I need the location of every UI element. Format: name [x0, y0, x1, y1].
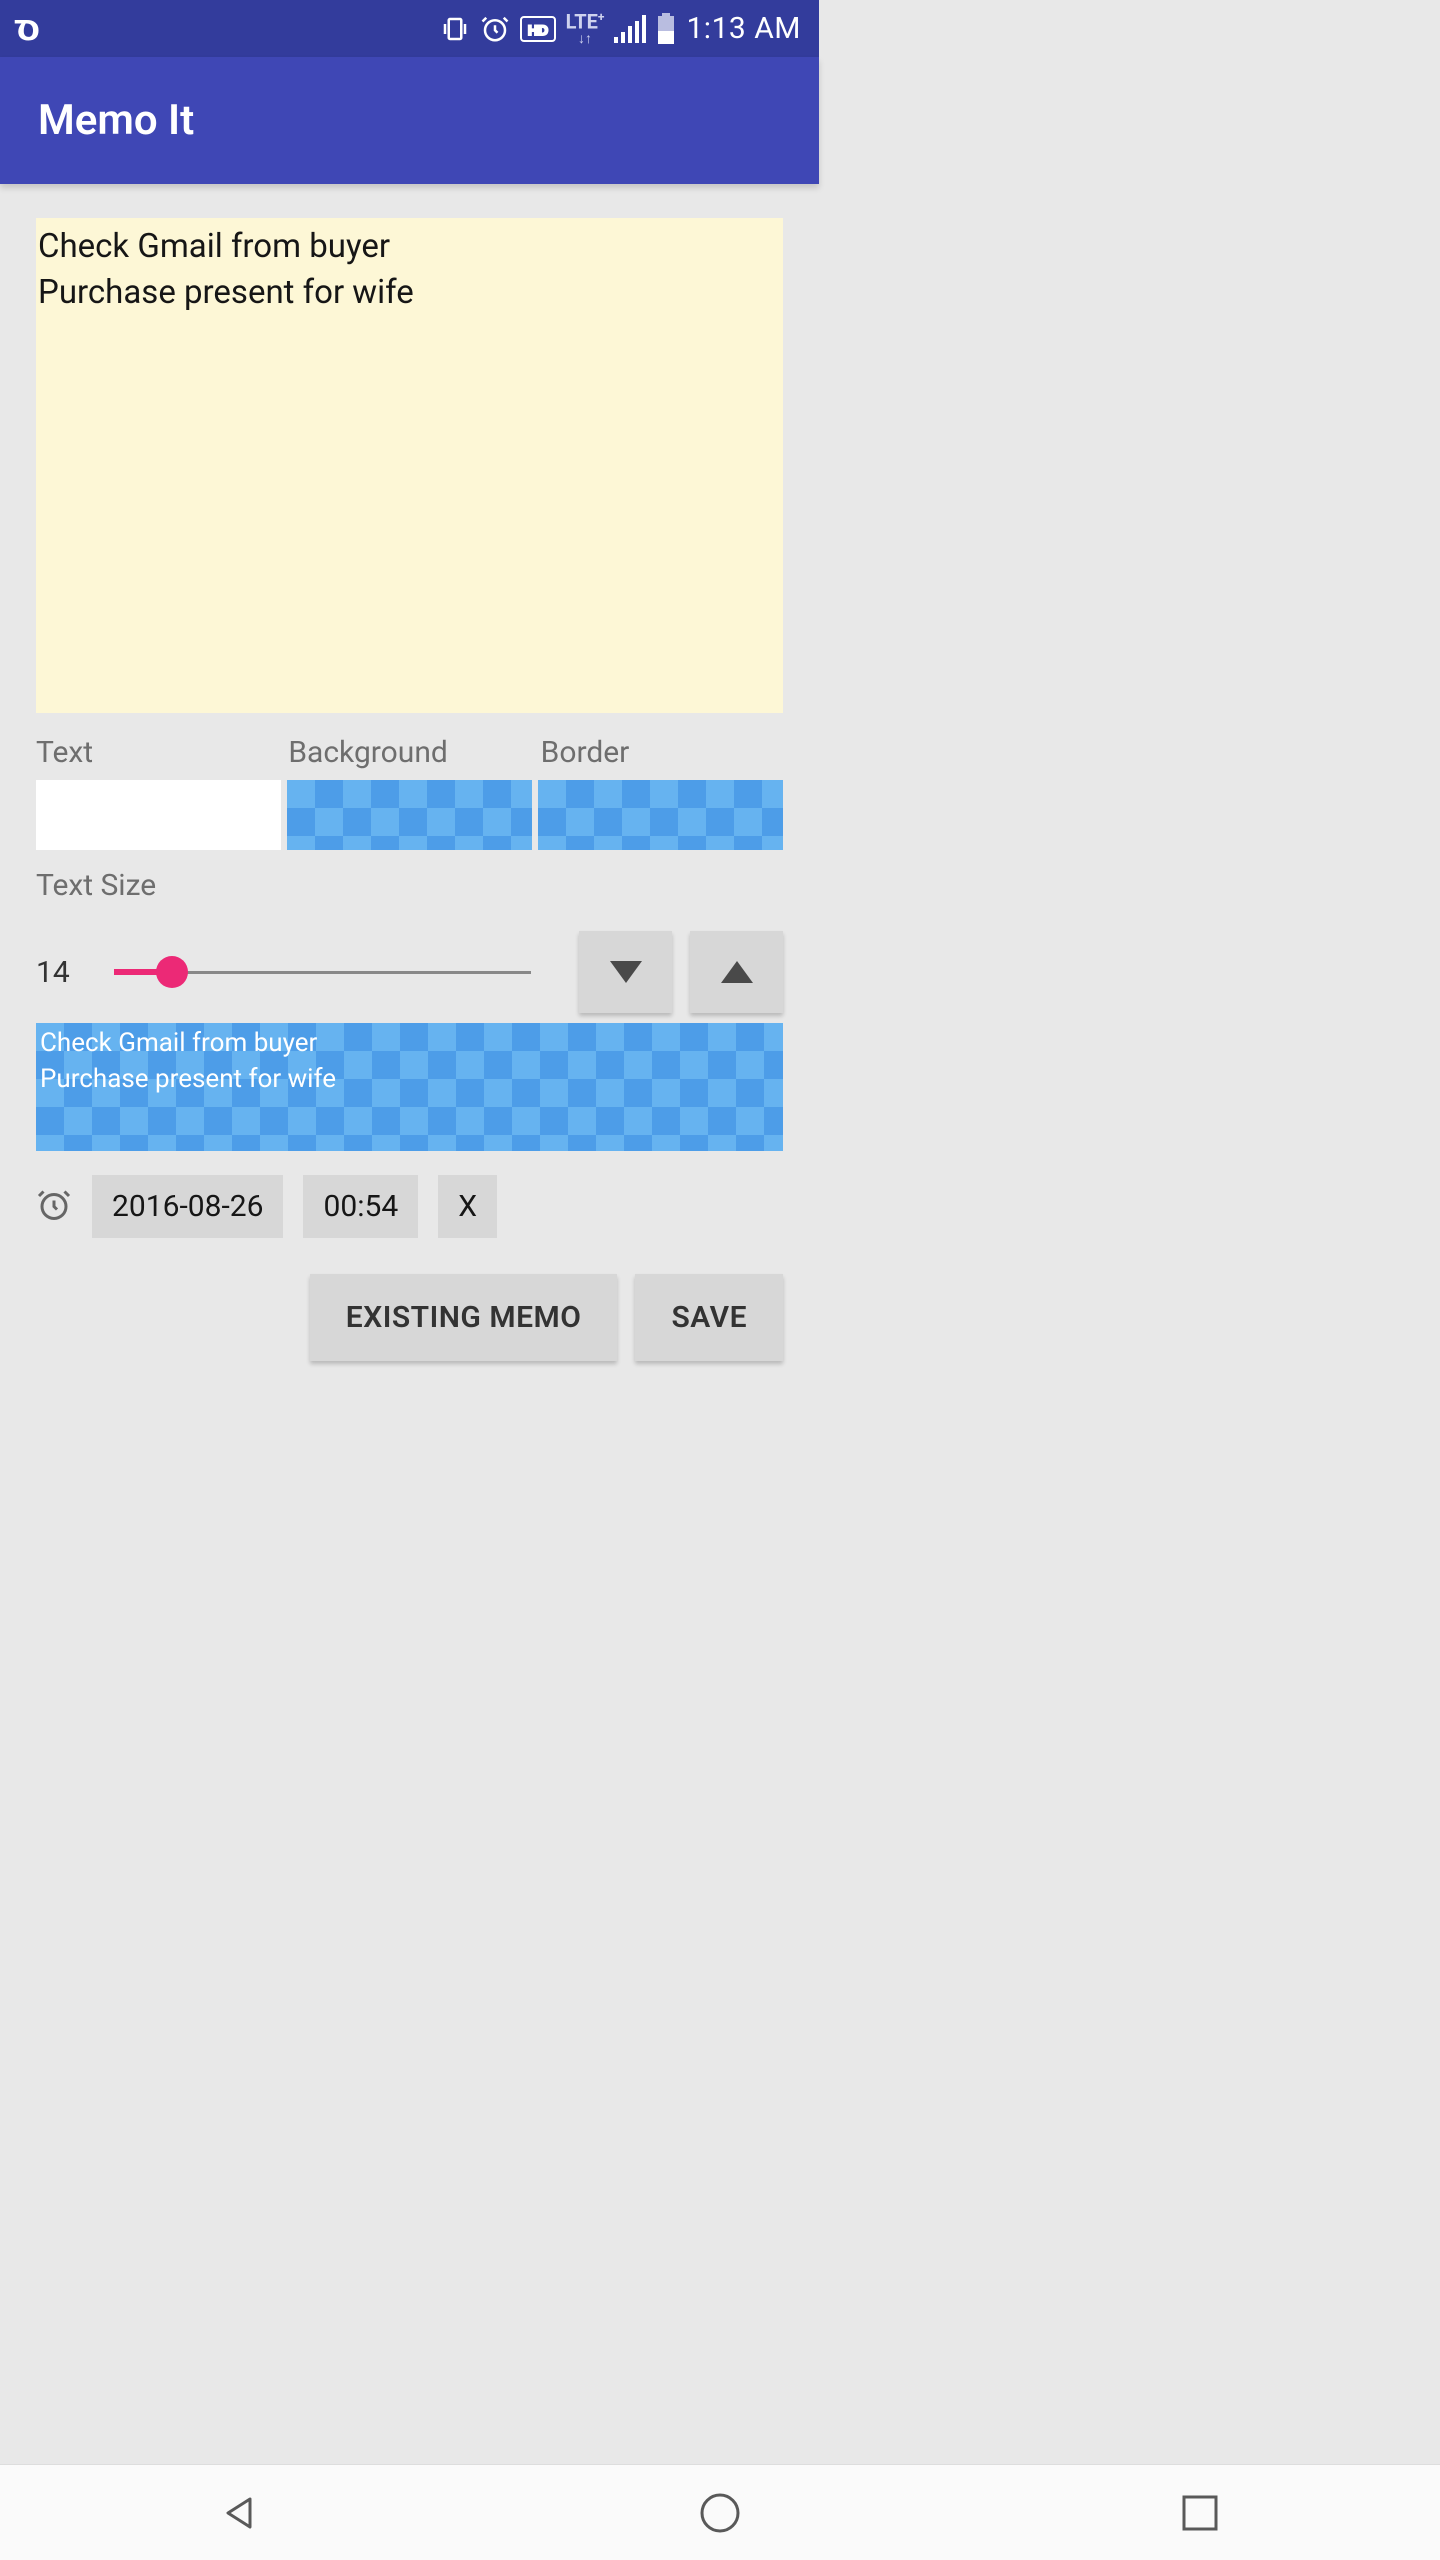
decrease-button[interactable] [579, 931, 672, 1013]
signal-icon [614, 15, 646, 43]
status-bar: σ HD LTE+ ↓↑ 1:13 AM [0, 0, 819, 57]
carrier-logo-icon: σ [14, 7, 40, 50]
status-left: σ [14, 7, 40, 50]
slider-thumb[interactable] [156, 956, 188, 988]
border-color-label: Border [541, 735, 783, 770]
border-color-swatch[interactable] [538, 780, 783, 850]
content: Text Background Border Text Size 14 Chec… [0, 184, 819, 1361]
battery-icon [656, 13, 676, 45]
text-size-label: Text Size [36, 868, 783, 903]
chevron-down-icon [610, 961, 642, 983]
text-size-row: 14 [36, 931, 783, 1013]
color-labels-row: Text Background Border [36, 735, 783, 770]
alarm-time-chip[interactable]: 00:54 [303, 1175, 418, 1238]
text-size-slider[interactable] [114, 952, 531, 992]
hd-icon: HD [520, 16, 556, 42]
app-title: Memo It [38, 96, 194, 145]
memo-preview: Check Gmail from buyer Purchase present … [36, 1023, 783, 1151]
action-row: EXISTING MEMO SAVE [36, 1274, 783, 1361]
background-color-swatch[interactable] [287, 780, 532, 850]
status-clock: 1:13 AM [686, 11, 801, 46]
nav-bar [0, 2464, 1440, 2560]
nav-home-button[interactable] [690, 2483, 750, 2543]
status-right: HD LTE+ ↓↑ 1:13 AM [440, 11, 801, 46]
background-color-label: Background [288, 735, 530, 770]
alarm-icon [36, 1187, 72, 1227]
chevron-up-icon [721, 961, 753, 983]
color-swatches-row [36, 780, 783, 850]
text-size-value: 14 [36, 955, 96, 990]
svg-text:HD: HD [528, 22, 548, 38]
increase-button[interactable] [690, 931, 783, 1013]
nav-back-button[interactable] [210, 2483, 270, 2543]
lte-plus-icon: LTE+ ↓↑ [566, 11, 605, 46]
alarm-row: 2016-08-26 00:54 X [36, 1175, 783, 1238]
text-color-swatch[interactable] [36, 780, 281, 850]
nav-recent-button[interactable] [1170, 2483, 1230, 2543]
alarm-clear-chip[interactable]: X [438, 1175, 497, 1238]
vibrate-icon [440, 14, 470, 44]
alarm-icon [480, 14, 510, 44]
existing-memo-button[interactable]: EXISTING MEMO [310, 1274, 618, 1361]
preview-text: Check Gmail from buyer Purchase present … [40, 1025, 779, 1098]
text-color-label: Text [36, 735, 278, 770]
save-button[interactable]: SAVE [635, 1274, 783, 1361]
alarm-date-chip[interactable]: 2016-08-26 [92, 1175, 283, 1238]
memo-textarea[interactable] [36, 218, 783, 713]
app-bar: Memo It [0, 57, 819, 184]
